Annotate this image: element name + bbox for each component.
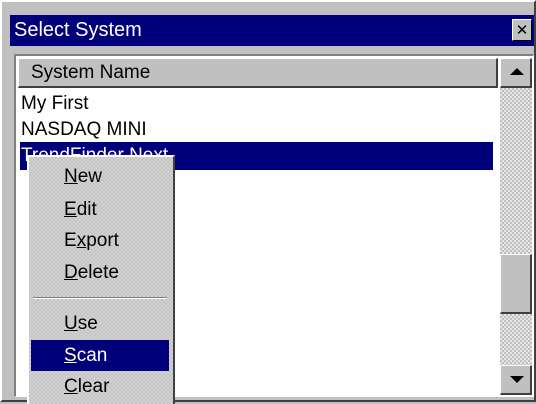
select-system-dialog: Select System ✕ System Name My First NAS…	[0, 0, 536, 404]
menu-item-clear[interactable]: Clear	[31, 371, 169, 402]
arrow-down-icon	[510, 376, 524, 383]
list-item[interactable]: My First	[20, 90, 493, 118]
menu-item-scan[interactable]: Scan	[31, 340, 169, 371]
vertical-scrollbar[interactable]	[500, 58, 532, 395]
list-item[interactable]: NASDAQ MINI	[20, 116, 493, 144]
menu-item-label: dit	[76, 199, 97, 220]
menu-item-label: elete	[77, 262, 119, 283]
menu-item-accelerator: N	[64, 166, 78, 187]
menu-item-label: can	[76, 345, 108, 366]
title-bar[interactable]: Select System ✕	[10, 15, 534, 46]
menu-item-accelerator: E	[64, 199, 77, 220]
close-button[interactable]: ✕	[512, 19, 532, 41]
close-icon: ✕	[515, 21, 529, 39]
context-menu: New Edit Export Delete Use Scan Clear	[27, 155, 175, 404]
menu-separator	[33, 297, 167, 299]
menu-item-label: se	[77, 313, 98, 334]
scroll-up-button[interactable]	[500, 58, 532, 88]
arrow-up-icon	[510, 68, 524, 75]
menu-item-accelerator: C	[64, 376, 78, 397]
menu-item-label: port	[86, 230, 119, 251]
menu-item-accelerator: U	[64, 313, 78, 334]
menu-item-accelerator: S	[64, 345, 77, 366]
window-title: Select System	[14, 19, 142, 41]
menu-item-accelerator: x	[76, 230, 87, 251]
menu-item-label: ew	[77, 166, 103, 187]
menu-item-new[interactable]: New	[31, 161, 169, 192]
menu-item-accelerator: D	[64, 262, 78, 283]
menu-item-use[interactable]: Use	[31, 308, 169, 339]
scrollbar-thumb[interactable]	[500, 254, 532, 314]
column-header-system-name[interactable]: System Name	[18, 58, 498, 88]
menu-item-label: lear	[77, 376, 110, 397]
menu-item-edit[interactable]: Edit	[31, 194, 169, 225]
scroll-down-button[interactable]	[500, 365, 532, 395]
menu-item-label: E	[64, 230, 77, 251]
menu-item-delete[interactable]: Delete	[31, 257, 169, 288]
menu-item-export[interactable]: Export	[31, 225, 169, 256]
